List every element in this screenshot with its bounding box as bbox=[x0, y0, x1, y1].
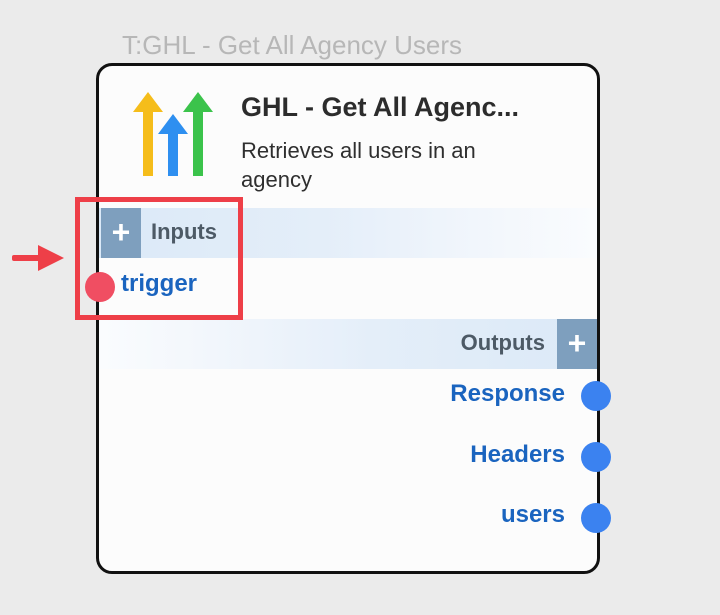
workflow-canvas[interactable]: T:GHL - Get All Agency Users GHL - Get A… bbox=[0, 0, 720, 615]
inputs-highlight-box bbox=[75, 197, 243, 320]
node-description: Retrieves all users in an agency bbox=[241, 138, 476, 192]
node-title: GHL - Get All Agenc... bbox=[241, 92, 520, 122]
outputs-section-header: Outputs + bbox=[99, 319, 597, 369]
output-port-label-headers[interactable]: Headers bbox=[470, 441, 565, 469]
output-port-headers[interactable] bbox=[581, 442, 611, 472]
output-port-users[interactable] bbox=[581, 503, 611, 533]
highlevel-logo-icon bbox=[133, 92, 213, 176]
node-type-label: T:GHL - Get All Agency Users bbox=[122, 30, 463, 60]
outputs-label: Outputs bbox=[460, 330, 545, 355]
add-output-button[interactable]: + bbox=[557, 319, 597, 369]
output-port-label-users[interactable]: users bbox=[501, 501, 565, 529]
output-port-label-response[interactable]: Response bbox=[450, 380, 565, 408]
arrow-right-icon bbox=[12, 245, 64, 271]
output-port-response[interactable] bbox=[581, 381, 611, 411]
